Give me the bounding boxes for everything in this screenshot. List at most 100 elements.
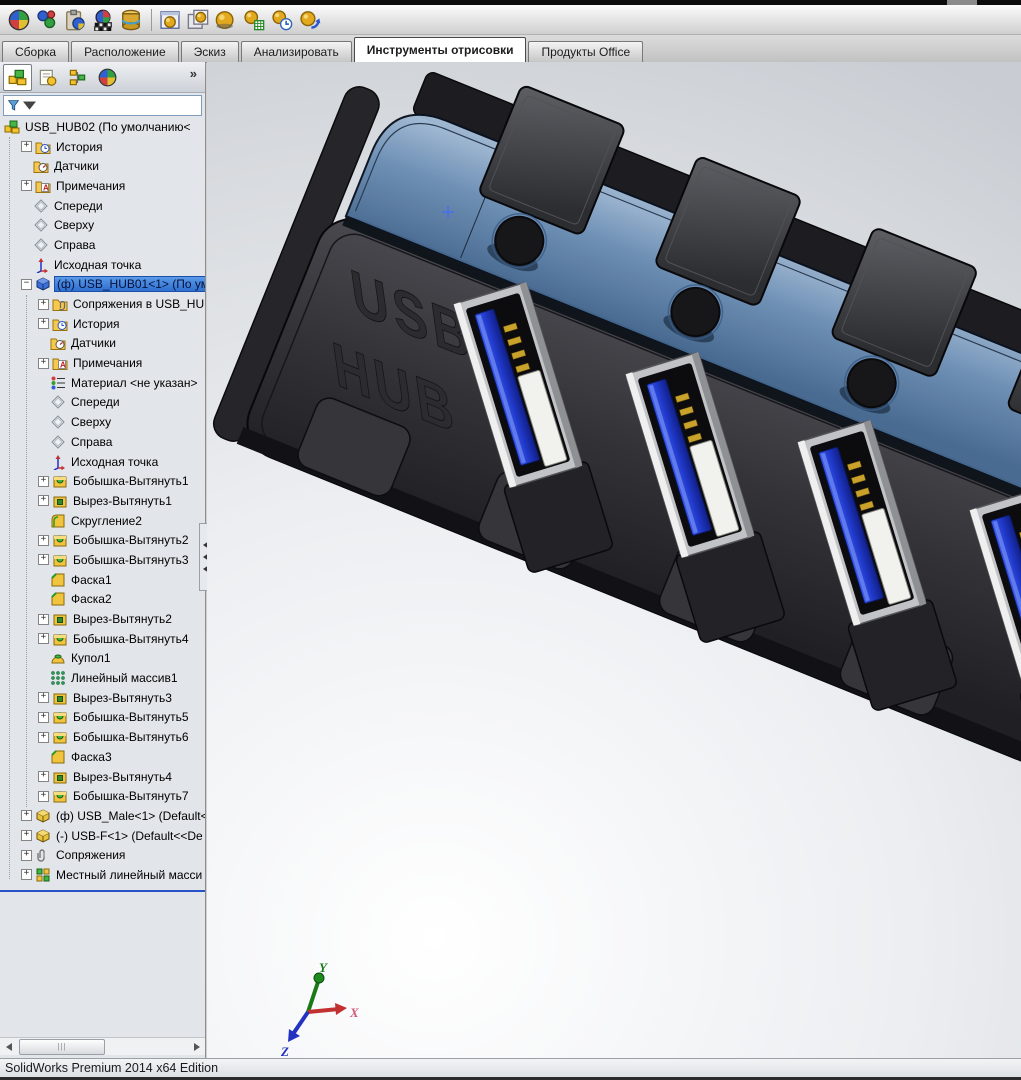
tree-item[interactable]: Справа bbox=[0, 432, 205, 452]
panel-horizontal-scrollbar[interactable]: ||| bbox=[0, 1037, 205, 1055]
tree-item[interactable]: + Сопряжения в USB_HU bbox=[0, 294, 205, 314]
expander-plus-icon[interactable]: + bbox=[21, 830, 32, 842]
expander-plus-icon[interactable]: + bbox=[38, 731, 49, 743]
linear-pattern-icon bbox=[50, 670, 66, 686]
tree-item[interactable]: + (ф) USB_Male<1> (Default< bbox=[0, 806, 205, 826]
integrated-preview-icon[interactable] bbox=[157, 7, 183, 33]
tree-item-label: Вырез-Вытянуть1 bbox=[73, 493, 172, 508]
tree-item[interactable]: + Сопряжения bbox=[0, 845, 205, 865]
tree-item-label: Спереди bbox=[54, 198, 103, 213]
expander-plus-icon[interactable]: + bbox=[38, 495, 49, 507]
tree-item[interactable]: + История bbox=[0, 137, 205, 157]
tree-item[interactable]: + A Примечания bbox=[0, 353, 205, 373]
tree-item[interactable]: Линейный массив1 bbox=[0, 668, 205, 688]
recall-render-icon[interactable] bbox=[297, 7, 323, 33]
render-options-icon[interactable] bbox=[241, 7, 267, 33]
graphics-viewport[interactable]: USB HUB Y X Z bbox=[207, 62, 1021, 1058]
tree-item[interactable]: + A Примечания bbox=[0, 176, 205, 196]
copy-appearance-icon[interactable] bbox=[34, 7, 60, 33]
render-region-icon[interactable] bbox=[213, 7, 239, 33]
usb-hub-model[interactable]: USB HUB Y X Z bbox=[207, 62, 1021, 1058]
expander-plus-icon[interactable]: + bbox=[38, 357, 49, 369]
tree-item[interactable]: + История bbox=[0, 314, 205, 334]
scrollbar-thumb[interactable]: ||| bbox=[19, 1038, 105, 1055]
panel-overflow-chevron[interactable]: » bbox=[190, 66, 197, 81]
ribbon-tab[interactable]: Анализировать bbox=[240, 41, 352, 62]
expander-plus-icon[interactable]: + bbox=[38, 298, 49, 310]
tree-item[interactable]: USB_HUB02 (По умолчанию< bbox=[0, 117, 205, 137]
expander-plus-icon[interactable]: + bbox=[38, 534, 49, 546]
ribbon-tab[interactable]: Эскиз bbox=[180, 41, 239, 62]
tree-item[interactable]: − (ф) USB_HUB01<1> (По ум bbox=[0, 275, 205, 295]
tree-item[interactable]: + Бобышка-Вытянуть6 bbox=[0, 727, 205, 747]
coordinate-triad: Y X Z bbox=[280, 960, 359, 1058]
scroll-right-icon[interactable] bbox=[188, 1039, 205, 1055]
tree-filter-input[interactable] bbox=[3, 95, 202, 116]
expander-plus-icon[interactable]: + bbox=[21, 810, 32, 822]
tree-item[interactable]: Датчики bbox=[0, 156, 205, 176]
filter-row bbox=[0, 93, 205, 117]
panel-tab-propertymanager[interactable] bbox=[33, 64, 62, 91]
edit-scene-icon[interactable] bbox=[90, 7, 116, 33]
ribbon-tab[interactable]: Сборка bbox=[2, 41, 70, 62]
boss-extrude-icon bbox=[52, 788, 68, 804]
tree-item-label: (ф) USB_Male<1> (Default< bbox=[56, 808, 205, 823]
tree-item[interactable]: + Бобышка-Вытянуть2 bbox=[0, 530, 205, 550]
final-render-icon[interactable] bbox=[185, 7, 211, 33]
tree-item[interactable]: Спереди bbox=[0, 393, 205, 413]
ribbon-tab-bar: Сборка Расположение Эскиз Анализировать Инст… bbox=[0, 35, 1021, 94]
tree-item[interactable]: Фаска3 bbox=[0, 747, 205, 767]
expander-plus-icon[interactable]: + bbox=[21, 180, 32, 192]
tree-item[interactable]: + Вырез-Вытянуть4 bbox=[0, 767, 205, 787]
expander-plus-icon[interactable]: + bbox=[38, 554, 49, 566]
expander-plus-icon[interactable]: + bbox=[38, 711, 49, 723]
expander-plus-icon[interactable]: + bbox=[38, 790, 49, 802]
tree-item[interactable]: + Вырез-Вытянуть1 bbox=[0, 491, 205, 511]
tree-item[interactable]: + (-) USB-F<1> (Default<<De bbox=[0, 826, 205, 846]
tree-item[interactable]: Справа bbox=[0, 235, 205, 255]
appearance-library-icon[interactable] bbox=[118, 7, 144, 33]
tree-item[interactable]: + Бобышка-Вытянуть7 bbox=[0, 786, 205, 806]
tree-item[interactable]: Исходная точка bbox=[0, 452, 205, 472]
panel-tab-featuremanager[interactable] bbox=[3, 63, 32, 91]
expander-plus-icon[interactable]: + bbox=[38, 692, 49, 704]
plane-icon bbox=[33, 198, 49, 214]
tree-item[interactable]: + Бобышка-Вытянуть3 bbox=[0, 550, 205, 570]
tree-item[interactable]: + Бобышка-Вытянуть5 bbox=[0, 708, 205, 728]
schedule-render-icon[interactable] bbox=[269, 7, 295, 33]
expander-minus-icon[interactable]: − bbox=[21, 278, 32, 290]
tree-item[interactable]: Исходная точка bbox=[0, 255, 205, 275]
expander-plus-icon[interactable]: + bbox=[38, 318, 49, 330]
tree-item[interactable]: Фаска1 bbox=[0, 570, 205, 590]
expander-plus-icon[interactable]: + bbox=[38, 771, 49, 783]
ribbon-tab[interactable]: Расположение bbox=[71, 41, 179, 62]
paste-appearance-icon[interactable] bbox=[62, 7, 88, 33]
expander-plus-icon[interactable]: + bbox=[38, 475, 49, 487]
tree-item[interactable]: Купол1 bbox=[0, 649, 205, 669]
ribbon-tab[interactable]: Инструменты отрисовки bbox=[353, 37, 527, 62]
edit-appearance-icon[interactable] bbox=[6, 7, 32, 33]
tree-item[interactable]: + Местный линейный масси bbox=[0, 865, 205, 885]
panel-tab-configurationmanager[interactable] bbox=[63, 64, 92, 91]
expander-plus-icon[interactable]: + bbox=[38, 633, 49, 645]
tree-item[interactable]: Сверху bbox=[0, 215, 205, 235]
filter-dropdown-caret-icon[interactable] bbox=[23, 99, 36, 112]
panel-tab-displaymanager[interactable] bbox=[93, 64, 122, 91]
scroll-left-icon[interactable] bbox=[0, 1039, 17, 1055]
tree-item[interactable]: Сверху bbox=[0, 412, 205, 432]
tree-item[interactable]: Спереди bbox=[0, 196, 205, 216]
tree-item[interactable]: + Вырез-Вытянуть3 bbox=[0, 688, 205, 708]
plane-icon bbox=[50, 434, 66, 450]
expander-plus-icon[interactable]: + bbox=[21, 849, 32, 861]
tree-item[interactable]: Датчики bbox=[0, 334, 205, 354]
tree-item[interactable]: + Вырез-Вытянуть2 bbox=[0, 609, 205, 629]
tree-item[interactable]: + Бобышка-Вытянуть4 bbox=[0, 629, 205, 649]
expander-plus-icon[interactable]: + bbox=[21, 141, 32, 153]
tree-item[interactable]: + Бобышка-Вытянуть1 bbox=[0, 471, 205, 491]
tree-item[interactable]: Скругление2 bbox=[0, 511, 205, 531]
expander-plus-icon[interactable]: + bbox=[21, 869, 32, 881]
tree-item[interactable]: Материал <не указан> bbox=[0, 373, 205, 393]
expander-plus-icon[interactable]: + bbox=[38, 613, 49, 625]
ribbon-tab[interactable]: Продукты Office bbox=[528, 41, 644, 62]
tree-item[interactable]: Фаска2 bbox=[0, 590, 205, 610]
